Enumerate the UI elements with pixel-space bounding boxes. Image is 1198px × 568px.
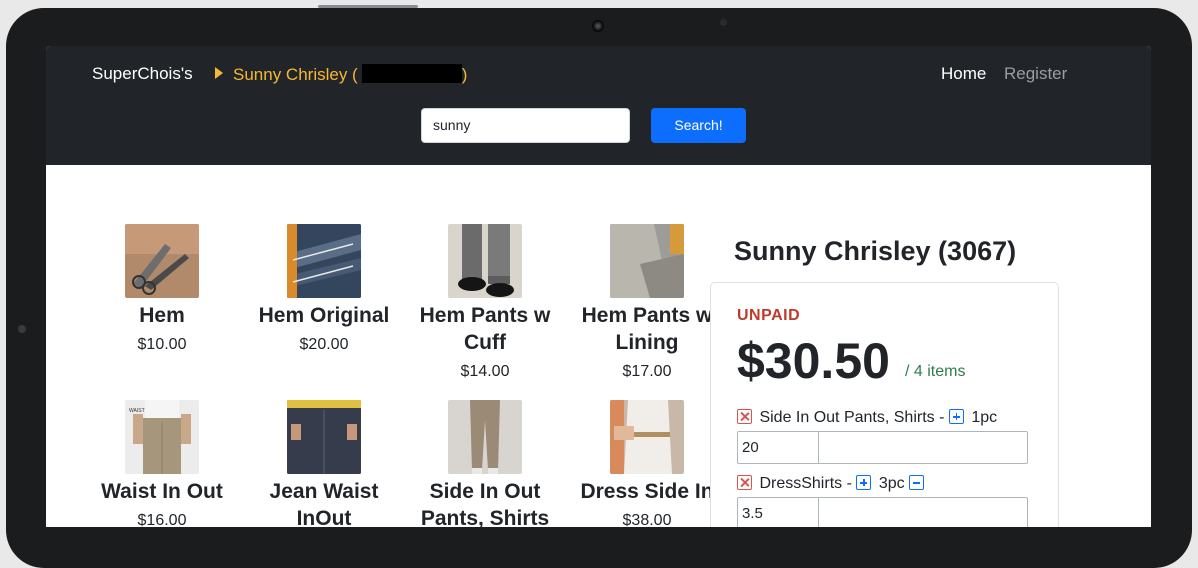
pants-cuff-photo-icon [448,224,522,298]
order-line-label: Side In Out Pants, Shirts - [759,409,945,426]
product-name: Jean Waist [269,480,379,503]
product-name-line2: Pants, Shirts [420,507,550,527]
jeans-hem-photo-icon [287,224,361,298]
order-line-qty: 3pc [878,475,905,492]
status-badge: UNPAID [737,307,801,324]
order-line: DressShirts - 3pc [737,475,927,493]
product-card[interactable]: Side In Out Pants, Shirts [405,400,565,527]
item-count: / 4 items [905,363,966,380]
product-name: Side In Out [429,480,541,503]
price-input[interactable]: 20 [737,431,1028,464]
customer-title: Sunny Chrisley (3067) [734,236,1017,266]
navbar: SuperChois's Sunny Chrisley () Home Regi… [46,46,1151,165]
nav-home-link[interactable]: Home [941,64,986,84]
product-card[interactable]: Jean Waist InOut [244,400,404,527]
search-input[interactable]: sunny [421,108,630,143]
jean-waist-photo-icon [287,400,361,474]
product-name: Hem [139,304,185,327]
order-line-label: DressShirts - [759,475,852,492]
svg-text:WAIST: WAIST [129,408,145,414]
waist-photo-icon: WAIST [125,400,199,474]
minus-icon[interactable] [909,475,925,490]
dress-side-photo-icon [610,400,684,474]
product-card[interactable]: Hem Pants w Lining $17.00 [567,224,727,381]
caret-right-icon [215,67,223,79]
power-button [318,5,418,8]
price-input[interactable]: 3.5 [737,497,1028,527]
product-price: $38.00 [622,512,672,527]
product-name-line2: Cuff [464,331,506,354]
price-input-value: 3.5 [742,505,763,522]
camera-icon [592,20,604,32]
product-price: $16.00 [137,512,187,527]
product-price: $14.00 [460,363,510,380]
remove-icon[interactable] [737,475,752,490]
product-name: Hem Original [258,304,390,327]
order-line-qty: 1pc [971,409,998,426]
side-pants-photo-icon [448,400,522,474]
product-name: Waist In Out [101,480,223,503]
order-total: $30.50 [737,333,890,389]
product-name: Hem Pants w [419,304,551,327]
product-name-line2: InOut [296,507,352,527]
redaction-bar [361,64,462,83]
breadcrumb[interactable]: Sunny Chrisley () [215,64,467,85]
nav-register-link[interactable]: Register [1004,64,1067,84]
pants-lining-photo-icon [610,224,684,298]
product-name-line2: Lining [615,331,679,354]
input-divider [818,498,819,527]
breadcrumb-close: ) [461,65,468,84]
product-price: $10.00 [137,336,187,353]
search-button[interactable]: Search! [651,108,746,143]
product-card[interactable]: Hem Pants w Cuff $14.00 [405,224,565,381]
product-price: $17.00 [622,363,672,380]
product-card[interactable]: Hem Original $20.00 [244,224,404,354]
sensor-dot [720,19,727,26]
product-name: Dress Side In [580,480,714,503]
breadcrumb-label: Sunny Chrisley ( [233,65,358,84]
product-card[interactable]: Dress Side In $38.00 [567,400,727,527]
price-input-value: 20 [742,439,759,456]
remove-icon[interactable] [737,409,752,424]
input-divider [818,432,819,463]
side-sensor-dot [18,325,26,333]
hem-photo-icon [125,224,199,298]
product-name: Hem Pants w [581,304,713,327]
screen: SuperChois's Sunny Chrisley () Home Regi… [46,46,1151,527]
plus-icon[interactable] [856,475,872,490]
product-price: $20.00 [299,336,349,353]
product-card[interactable]: WAIST Waist In Out $16.00 [82,400,242,527]
order-line: Side In Out Pants, Shirts - 1pc [737,409,997,427]
plus-icon[interactable] [948,409,964,424]
order-card: UNPAID $30.50 / 4 items Side In Out Pant… [710,282,1059,527]
brand-link[interactable]: SuperChois's [92,64,193,84]
product-card[interactable]: Hem $10.00 [82,224,242,354]
